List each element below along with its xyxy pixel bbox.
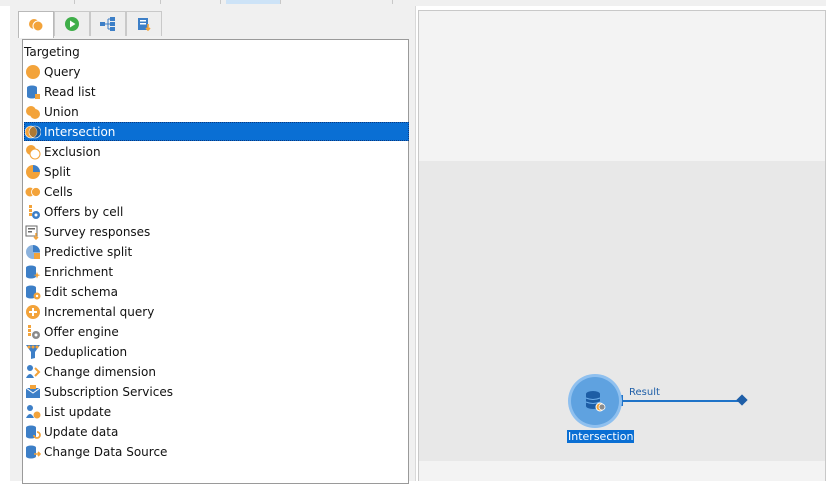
subscription-services-icon xyxy=(25,384,41,400)
intersection-node[interactable] xyxy=(571,377,619,425)
list-item-label: Exclusion xyxy=(44,144,101,159)
list-item-label: Cells xyxy=(44,184,73,199)
list-item-enrichment[interactable]: Enrichment xyxy=(24,262,409,281)
canvas-bottom-region xyxy=(419,461,825,481)
list-item-label: Predictive split xyxy=(44,244,133,259)
list-update-icon xyxy=(25,404,41,420)
list-item-label: Offer engine xyxy=(44,324,119,339)
list-item-deduplication[interactable]: Deduplication xyxy=(24,342,409,361)
flow-control-icon xyxy=(65,17,79,31)
deduplication-icon xyxy=(25,344,41,360)
exclusion-icon xyxy=(25,144,41,160)
activities-palette: Targeting Query Read list Union Intersectio… xyxy=(10,6,416,484)
intersection-database-icon xyxy=(585,391,606,412)
actions-icon xyxy=(100,17,115,31)
tab-flow-control[interactable] xyxy=(54,11,90,36)
intersection-icon xyxy=(25,124,41,140)
change-dimension-icon xyxy=(25,364,41,380)
activities-list: Targeting Query Read list Union Intersectio… xyxy=(22,39,409,484)
list-item-label: Update data xyxy=(44,424,119,439)
toolbar-segment xyxy=(280,0,393,4)
edit-schema-icon xyxy=(25,284,41,300)
list-item-label: Union xyxy=(44,104,79,119)
toolbar-segment xyxy=(0,0,75,4)
list-item-label: Change Data Source xyxy=(44,444,168,459)
change-data-source-icon xyxy=(25,444,41,460)
list-item-label: Split xyxy=(44,164,71,179)
union-icon xyxy=(25,104,41,120)
toolbar-segment xyxy=(74,0,161,4)
query-icon xyxy=(25,64,41,80)
list-item-intersection[interactable]: Intersection xyxy=(24,122,409,141)
targeting-activities-icon xyxy=(29,19,44,32)
list-item-query[interactable]: Query xyxy=(24,62,409,81)
list-item-split[interactable]: Split xyxy=(24,162,409,181)
list-item-label: Offers by cell xyxy=(44,204,124,219)
survey-responses-icon xyxy=(25,224,41,240)
canvas-top-region xyxy=(419,11,825,161)
list-item-label: Edit schema xyxy=(44,284,118,299)
tab-data-management[interactable] xyxy=(126,11,162,36)
transition-label: Result xyxy=(629,387,660,398)
list-item-cells[interactable]: Cells xyxy=(24,182,409,201)
list-item-label: Read list xyxy=(44,84,96,99)
list-item-label: Enrichment xyxy=(44,264,114,279)
list-item-change-dimension[interactable]: Change dimension xyxy=(24,362,409,381)
list-header: Targeting xyxy=(24,45,80,59)
list-item-label: Query xyxy=(44,64,81,79)
list-item-offers-by-cell[interactable]: Offers by cell xyxy=(24,202,409,221)
incremental-query-icon xyxy=(25,304,41,320)
list-item-subscription-services[interactable]: Subscription Services xyxy=(24,382,409,401)
node-label[interactable]: Intersection xyxy=(567,430,635,443)
list-item-label: Intersection xyxy=(44,124,116,139)
list-item-label: Change dimension xyxy=(44,364,156,379)
list-item-offer-engine[interactable]: Offer engine xyxy=(24,322,409,341)
offer-engine-icon xyxy=(25,324,41,340)
predictive-split-icon xyxy=(25,244,41,260)
tab-targeting[interactable] xyxy=(18,11,54,38)
list-item-label: Incremental query xyxy=(44,304,155,319)
list-item-update-data[interactable]: Update data xyxy=(24,422,409,441)
list-item-survey-responses[interactable]: Survey responses xyxy=(24,222,409,241)
toolbar-segment xyxy=(160,0,221,4)
list-item-label: List update xyxy=(44,404,112,419)
transition-line[interactable] xyxy=(621,400,739,402)
split-icon xyxy=(25,164,41,180)
transition-end-diamond[interactable] xyxy=(736,394,748,406)
list-item-union[interactable]: Union xyxy=(24,102,409,121)
data-import-icon xyxy=(138,18,151,32)
palette-tabs xyxy=(18,11,162,39)
offers-by-cell-icon xyxy=(25,204,41,220)
list-item-read-list[interactable]: Read list xyxy=(24,82,409,101)
list-item-change-data-source[interactable]: Change Data Source xyxy=(24,442,409,461)
list-item-label: Deduplication xyxy=(44,344,128,359)
list-item-incremental-query[interactable]: Incremental query xyxy=(24,302,409,321)
tab-actions[interactable] xyxy=(90,11,126,36)
workflow-canvas[interactable]: Result Intersection xyxy=(418,10,826,481)
list-item-list-update[interactable]: List update xyxy=(24,402,409,421)
read-list-icon xyxy=(25,84,41,100)
toolbar-segment xyxy=(226,0,281,4)
list-item-exclusion[interactable]: Exclusion xyxy=(24,142,409,161)
list-item-edit-schema[interactable]: Edit schema xyxy=(24,282,409,301)
enrichment-icon xyxy=(25,264,41,280)
list-item-label: Survey responses xyxy=(44,224,151,239)
list-item-predictive-split[interactable]: Predictive split xyxy=(24,242,409,261)
canvas-workspace[interactable]: Result Intersection xyxy=(419,161,825,461)
list-item-label: Subscription Services xyxy=(44,384,173,399)
cells-icon xyxy=(25,184,41,200)
update-data-icon xyxy=(25,424,41,440)
